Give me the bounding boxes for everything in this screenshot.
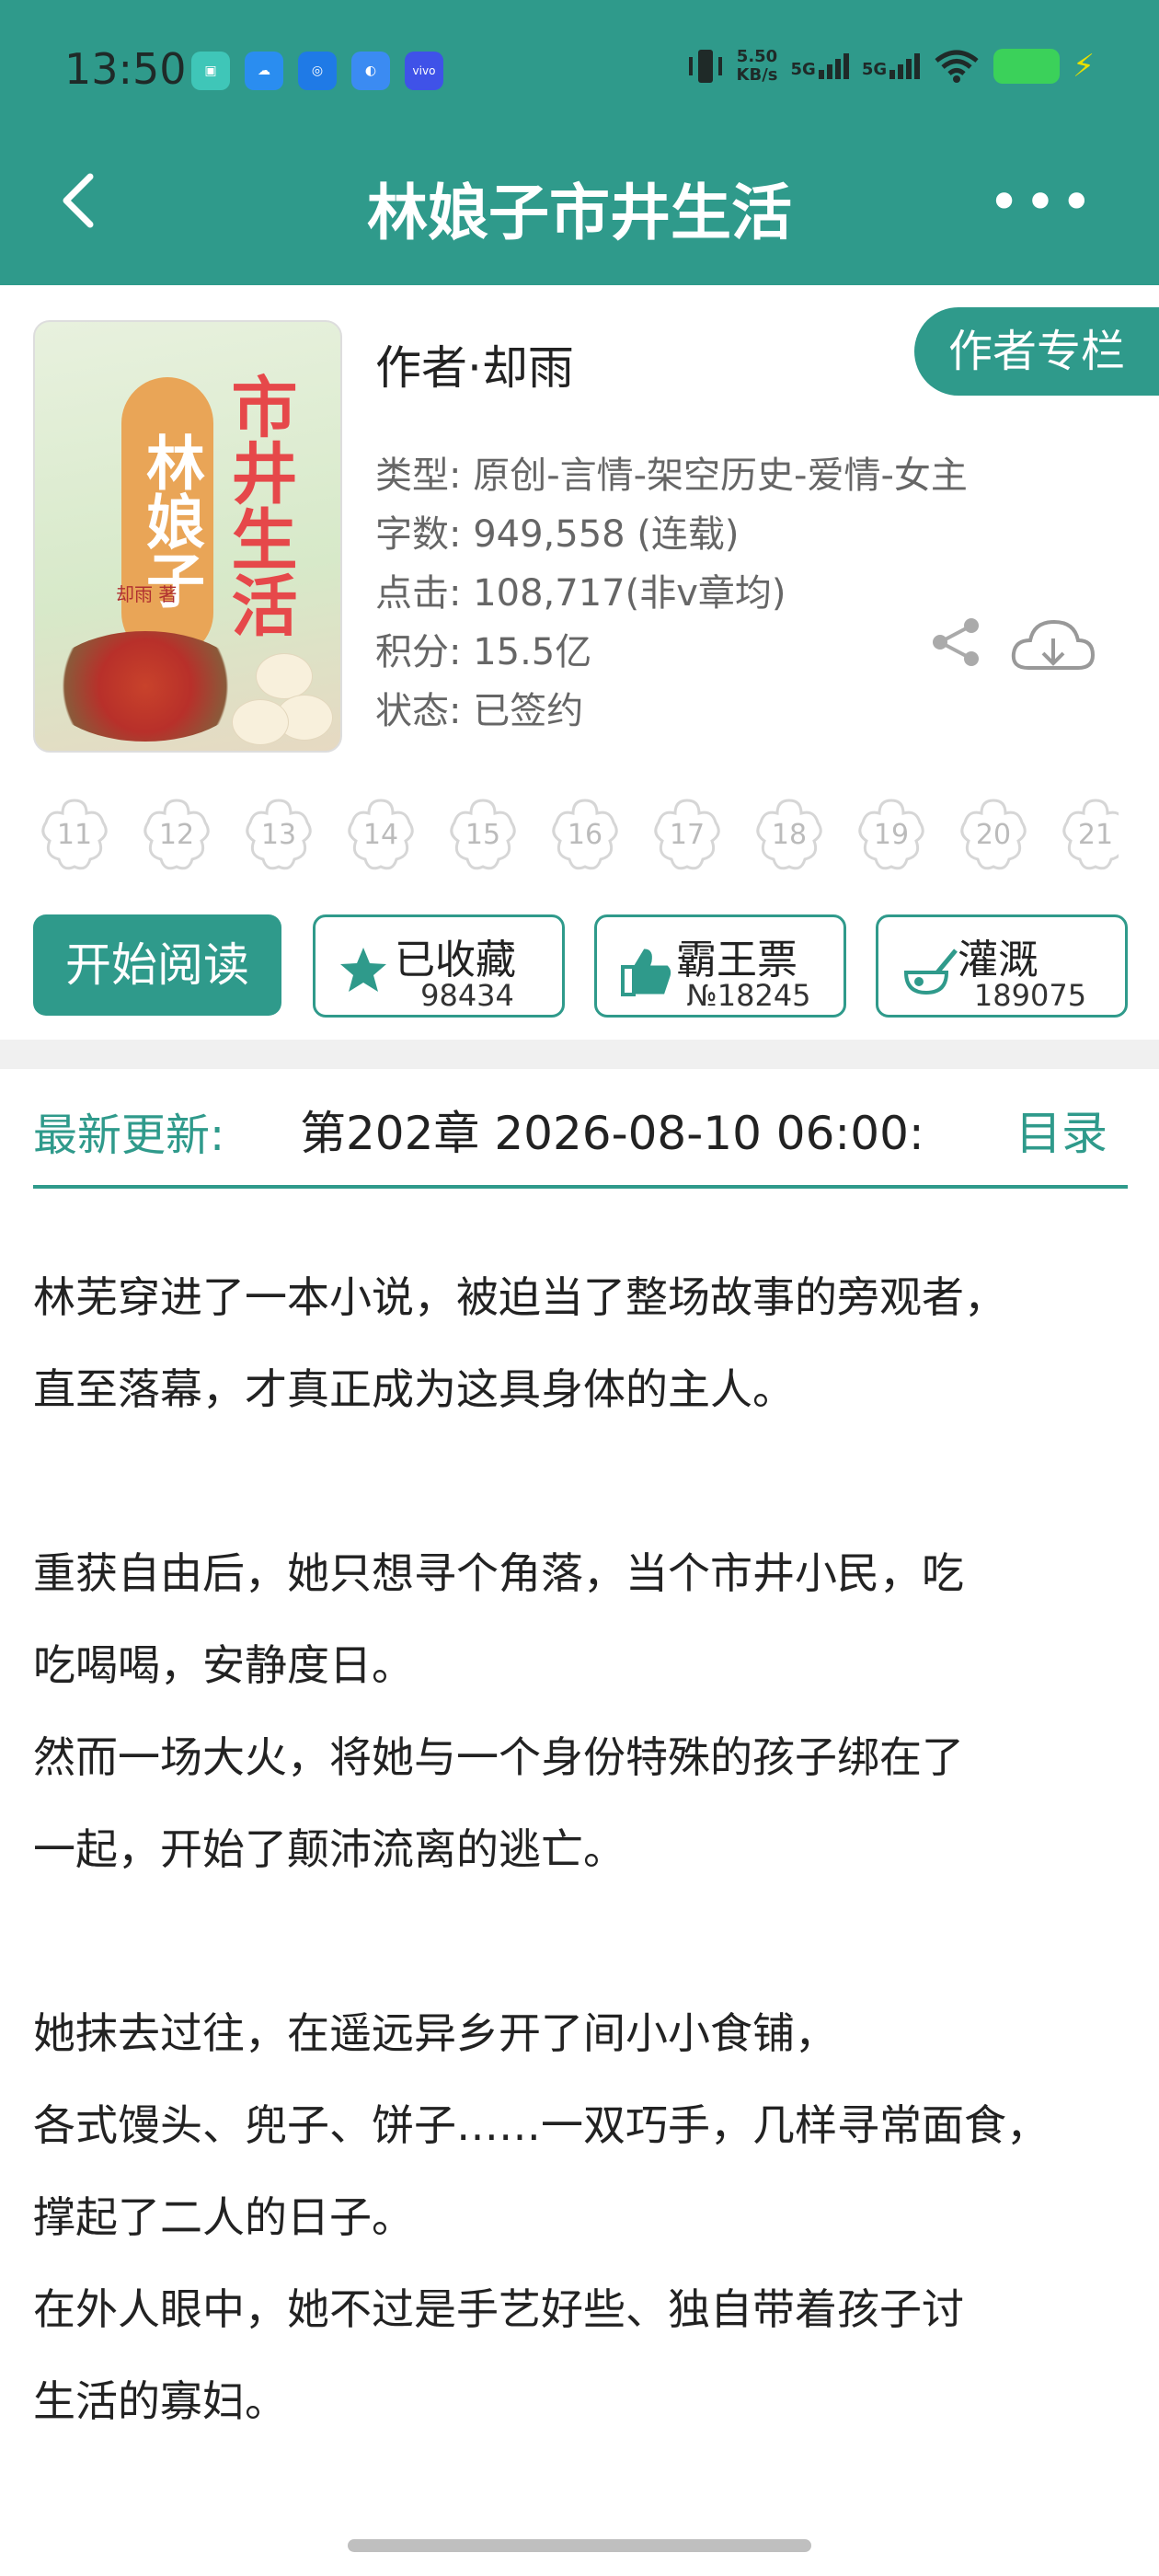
description-line: 重获自由后，她只想寻个角落，当个市井小民，吃 (33, 1548, 964, 1598)
latest-chapter-link[interactable]: 第202章 2026-08-10 06:00: (300, 1097, 999, 1163)
description-line: 撑起了二人的日子。 (33, 2192, 414, 2242)
irrigate-button[interactable]: 灌溉 189075 (876, 914, 1128, 1018)
flower-level-icon: 20 (952, 793, 1035, 876)
description-line: 吃喝喝，安静度日。 (33, 1640, 414, 1690)
share-icon[interactable] (929, 615, 984, 670)
book-type: 类型: 原创-言情-架空历史-爱情-女主 (375, 454, 968, 497)
download-cloud-icon[interactable] (1008, 615, 1096, 679)
flower-level-icon: 19 (850, 793, 933, 876)
description-blank-line (33, 1895, 1137, 1987)
collect-button[interactable]: 已收藏 98434 (313, 914, 565, 1018)
flower-level-row: 11 12 13 14 15 16 17 18 19 20 21 (33, 793, 1119, 876)
top-header: 13:50 ▣ ☁ ◎ ◐ vivo 5.50 KB/s 5G 5G ⚡ 林娘子… (0, 0, 1159, 285)
overlord-ticket-count: №18245 (686, 978, 811, 1013)
book-description: 林芜穿进了一本小说，被迫当了整场故事的旁观者， 直至落幕，才真正成为这具身体的主… (33, 1251, 1137, 2447)
latest-update-label: 最新更新: (33, 1110, 225, 1161)
sim1-label: 5G (790, 60, 816, 79)
sim2-label: 5G (861, 60, 888, 79)
author-column-button[interactable]: 作者专栏 (914, 307, 1159, 396)
flower-level-icon: 14 (339, 793, 422, 876)
cover-title-sub: 市井生活 (220, 373, 297, 638)
home-indicator[interactable] (348, 2539, 811, 2552)
description-line: 然而一场大火，将她与一个身份特殊的孩子绑在了 (33, 1732, 964, 1782)
book-points: 积分: 15.5亿 (375, 631, 592, 673)
description-blank-line (33, 1435, 1137, 1527)
flower-level-icon: 17 (646, 793, 729, 876)
status-app-icons: ▣ ☁ ◎ ◐ vivo (191, 52, 443, 90)
flower-level-icon: 11 (33, 793, 116, 876)
sim1-signal-icon: 5G (791, 53, 849, 79)
table-of-contents-link[interactable]: 目录 (1016, 1097, 1107, 1163)
book-cover[interactable]: 林娘子 市井生活 却雨 著 (33, 320, 342, 753)
wifi-icon (935, 50, 979, 83)
description-line: 直至落幕，才真正成为这具身体的主人。 (33, 1364, 795, 1414)
flower-level-icon: 12 (135, 793, 218, 876)
collect-count: 98434 (420, 978, 514, 1013)
collect-label: 已收藏 (395, 937, 516, 983)
star-icon (340, 948, 386, 992)
description-line: 她抹去过往，在遥远异乡开了间小小食铺， (33, 2008, 837, 2058)
description-line: 在外人眼中，她不过是手艺好些、独自带着孩子讨 (33, 2284, 964, 2334)
more-menu-icon[interactable]: ••• (988, 175, 1096, 230)
description-line: 各式馒头、兜子、饼子……一双巧手，几样寻常面食， (33, 2100, 1049, 2150)
thumbs-up-icon (621, 949, 671, 996)
flower-level-icon: 18 (748, 793, 831, 876)
start-reading-button[interactable]: 开始阅读 (33, 914, 281, 1016)
flower-level-icon: 16 (544, 793, 626, 876)
assistant-icon: ◐ (351, 52, 390, 90)
cover-bun (256, 653, 313, 699)
description-line: 林芜穿进了一本小说，被迫当了整场故事的旁观者， (33, 1272, 1006, 1322)
network-speed-value: 5.50 (736, 47, 778, 66)
cover-bun (232, 699, 289, 745)
latest-update-row[interactable]: 最新更新: 第202章 2026-08-10 06:00: 目录 (33, 1069, 1128, 1189)
status-indicators: 5.50 KB/s 5G 5G ⚡ (687, 46, 1095, 86)
messages-icon: ▣ (191, 52, 230, 90)
page-title: 林娘子市井生活 (367, 178, 792, 248)
flower-level-icon: 13 (237, 793, 320, 876)
sim2-signal-icon: 5G (861, 53, 921, 79)
flower-level-icon: 15 (442, 793, 524, 876)
flower-level-icon: 21 (1054, 793, 1119, 876)
browser-icon: ◎ (298, 52, 337, 90)
book-clicks: 点击: 108,717(非v章均) (375, 572, 786, 615)
author-name[interactable]: 作者·却雨 (375, 331, 574, 397)
irrigate-count: 189075 (973, 978, 1087, 1013)
overlord-ticket-button[interactable]: 霸王票 №18245 (594, 914, 846, 1018)
cloud-icon: ☁ (245, 52, 283, 90)
section-divider (0, 1040, 1159, 1069)
network-speed: 5.50 KB/s (737, 48, 778, 85)
charging-icon: ⚡ (1073, 48, 1095, 85)
description-line: 一起，开始了颠沛流离的逃亡。 (33, 1824, 625, 1874)
overlord-ticket-label: 霸王票 (676, 937, 798, 983)
cover-food-illustration (44, 631, 247, 742)
cover-title-main: 林娘子 (121, 377, 213, 659)
book-word-count: 字数: 949,558 (连载) (375, 513, 740, 556)
battery-icon (993, 49, 1061, 84)
network-speed-unit: KB/s (736, 65, 778, 85)
description-line: 生活的寡妇。 (33, 2376, 287, 2426)
vivo-icon: vivo (405, 52, 443, 90)
irrigate-label: 灌溉 (958, 937, 1039, 983)
book-status: 状态: 已签约 (375, 690, 584, 732)
status-time: 13:50 (64, 44, 187, 94)
watering-can-icon (903, 949, 958, 995)
cover-author: 却雨 著 (116, 583, 178, 605)
vibrate-icon (688, 50, 722, 83)
